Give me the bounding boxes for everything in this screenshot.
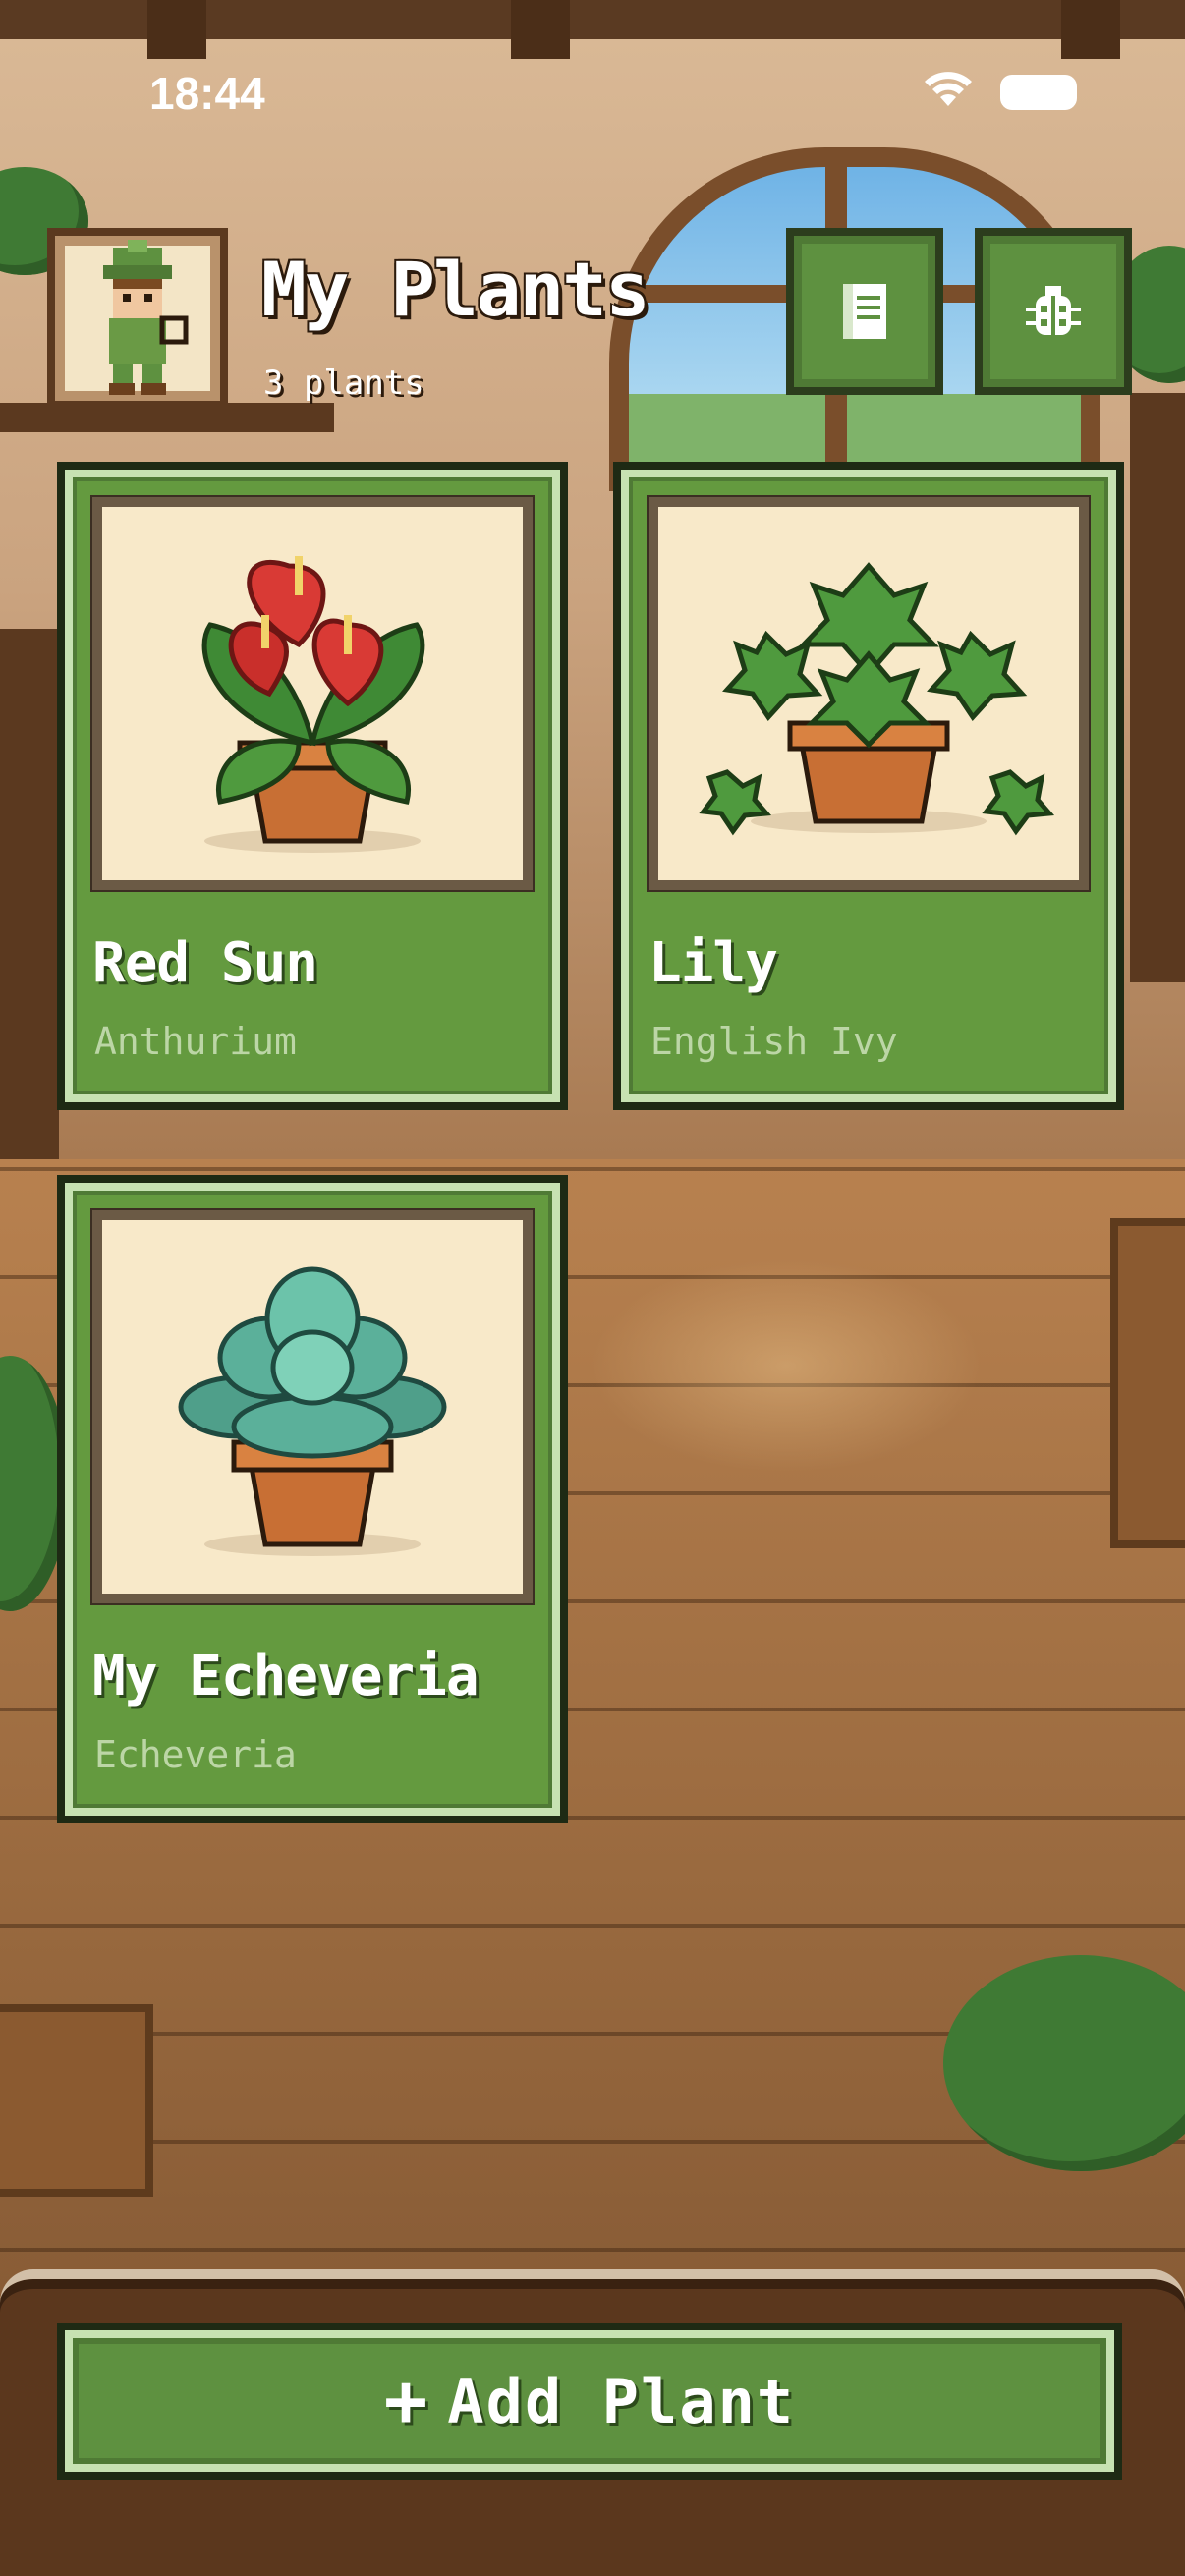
add-plant-button[interactable]: + Add Plant <box>57 2323 1122 2480</box>
plant-count: 3 plants <box>263 364 424 403</box>
plant-card[interactable]: Lily English Ivy <box>613 462 1124 1110</box>
status-time: 18:44 <box>149 68 265 119</box>
bottom-bar: + Add Plant <box>0 2269 1185 2576</box>
shelf-unit <box>1130 393 1185 982</box>
avatar[interactable] <box>47 228 228 409</box>
plant-name: Lily <box>649 931 778 995</box>
sunlight-patch <box>590 1258 983 1474</box>
planter-crate <box>0 2004 153 2197</box>
plant-name: Red Sun <box>92 931 318 995</box>
plant-card[interactable]: My Echeveria Echeveria <box>57 1175 568 1823</box>
page-title: My Plants <box>261 246 650 333</box>
status-bar: 18:44 <box>0 0 1185 128</box>
gardener-avatar-icon <box>103 240 189 395</box>
anthurium-plant-icon <box>201 556 425 853</box>
plus-icon: + <box>383 2359 430 2443</box>
plant-species: Echeveria <box>94 1733 297 1776</box>
echeveria-plant-icon <box>178 1266 447 1556</box>
plant-name: My Echeveria <box>92 1645 480 1708</box>
add-plant-label: Add Plant <box>447 2365 796 2437</box>
journal-icon <box>843 284 886 339</box>
plant-image <box>92 1210 533 1603</box>
battery-icon <box>1000 75 1077 110</box>
shelf-unit <box>0 629 59 1238</box>
journal-button[interactable] <box>786 228 943 395</box>
plant-image <box>649 497 1089 890</box>
ladybug-icon <box>1026 286 1081 335</box>
plant-card[interactable]: Red Sun Anthurium <box>57 462 568 1110</box>
plant-species: Anthurium <box>94 1020 297 1063</box>
english-ivy-plant-icon <box>699 562 1055 836</box>
wifi-icon <box>925 72 972 106</box>
plant-image <box>92 497 533 890</box>
side-table <box>1110 1218 1185 1548</box>
bug-button[interactable] <box>975 228 1132 395</box>
plant-species: English Ivy <box>650 1020 898 1063</box>
